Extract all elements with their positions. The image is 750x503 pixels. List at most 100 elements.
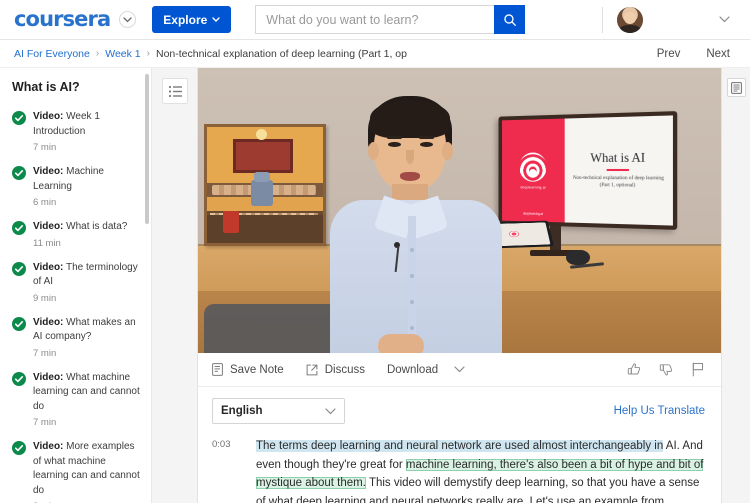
document-notes-icon[interactable] xyxy=(727,78,746,97)
lesson-sidebar: What is AI? Video: Week 1 Introduction 7 … xyxy=(0,68,152,503)
instructor-hands xyxy=(378,334,424,353)
instructor-eye-left xyxy=(388,142,401,147)
painting-inner-frame xyxy=(232,138,293,174)
download-label: Download xyxy=(386,363,439,376)
sidebar-item-lesson[interactable]: Video: More examples of what machine lea… xyxy=(0,434,151,503)
sidebar-scrollbar[interactable] xyxy=(145,74,149,224)
thumbs-down-icon[interactable] xyxy=(659,362,674,377)
sidebar-item-lesson[interactable]: Video: The terminology of AI 9 min xyxy=(0,255,151,310)
wall-painting xyxy=(204,124,326,246)
top-navigation-bar: coursera Explore xyxy=(0,0,750,40)
lesson-duration: 7 min xyxy=(33,417,57,428)
language-value: English xyxy=(221,405,263,417)
search-button[interactable] xyxy=(494,5,526,34)
account-menu-button[interactable] xyxy=(719,16,730,23)
brand-name: deeplearning.ai xyxy=(520,184,546,190)
video-reaction-group xyxy=(627,362,705,377)
video-player[interactable]: deeplearning.ai deeplearning.ai What is … xyxy=(198,68,721,353)
help-us-translate-link[interactable]: Help Us Translate xyxy=(614,405,705,417)
breadcrumb-item-course[interactable]: AI For Everyone xyxy=(14,48,90,60)
lesson-duration: 7 min xyxy=(33,142,57,153)
flag-icon[interactable] xyxy=(691,362,705,377)
lesson-type-label: Video: xyxy=(33,441,64,452)
main-content: deeplearning.ai deeplearning.ai What is … xyxy=(198,68,721,503)
lesson-title: Video: More examples of what machine lea… xyxy=(33,441,140,496)
shirt-button xyxy=(410,326,414,330)
coursera-logo[interactable]: coursera xyxy=(14,9,111,30)
slide-subtitle: Non-technical explanation of deep learni… xyxy=(573,174,664,189)
monitor-screen: deeplearning.ai deeplearning.ai What is … xyxy=(502,115,673,226)
lesson-list: What is AI? Video: Week 1 Introduction 7 … xyxy=(0,68,151,503)
check-circle-icon xyxy=(12,261,26,276)
instructor-brow-right xyxy=(419,136,434,139)
right-side-panel xyxy=(721,68,750,503)
lesson-body: Video: What machine learning can and can… xyxy=(33,371,143,429)
lesson-title: Video: What is data? xyxy=(33,221,128,232)
list-menu-icon[interactable] xyxy=(162,78,188,104)
coursera-lesson-page: coursera Explore What do you want to lea… xyxy=(0,0,750,503)
next-button[interactable]: Next xyxy=(706,48,730,60)
lesson-nav-group: Prev Next xyxy=(657,48,736,60)
check-circle-icon xyxy=(12,371,26,386)
lesson-body: Video: Week 1 Introduction 7 min xyxy=(33,110,143,153)
check-circle-icon xyxy=(12,111,26,125)
lesson-body: Video: Machine Learning 6 min xyxy=(33,165,143,208)
sidebar-item-lesson[interactable]: Video: Machine Learning 6 min xyxy=(0,159,151,214)
painting-lamp xyxy=(255,129,267,141)
save-note-button[interactable]: Save Note xyxy=(212,363,284,376)
lesson-body: Video: The terminology of AI 9 min xyxy=(33,261,143,304)
transcript-text[interactable]: The terms deep learning and neural netwo… xyxy=(256,437,705,503)
language-select[interactable]: English xyxy=(212,398,345,424)
prev-button[interactable]: Prev xyxy=(657,48,681,60)
desk-mouse xyxy=(566,250,590,265)
instructor-nose xyxy=(406,150,414,164)
search-bar xyxy=(255,5,526,34)
chevron-down-icon xyxy=(454,366,465,373)
lesson-type-label: Video: xyxy=(33,111,64,122)
shirt-button xyxy=(410,274,414,278)
transcript-section: English Help Us Translate 0:03 The terms… xyxy=(198,387,721,503)
lesson-type-label: Video: xyxy=(33,316,64,328)
lesson-duration: 11 min xyxy=(33,237,61,249)
shirt-button xyxy=(410,300,414,304)
desk-monitor: deeplearning.ai deeplearning.ai What is … xyxy=(498,111,678,230)
transcript-body: 0:03 The terms deep learning and neural … xyxy=(212,437,705,503)
sidebar-item-lesson[interactable]: Video: What makes an AI company? 7 min xyxy=(0,310,151,365)
thumbs-up-icon[interactable] xyxy=(627,362,642,377)
lesson-type-label: Video: xyxy=(33,371,64,383)
discuss-button[interactable]: Discuss xyxy=(306,364,365,376)
sidebar-item-lesson[interactable]: Video: Week 1 Introduction 7 min xyxy=(0,104,151,159)
transcript-timestamp[interactable]: 0:03 xyxy=(212,437,256,503)
avatar-face xyxy=(624,12,636,25)
slide-title: What is AI xyxy=(590,150,646,166)
sidebar-item-lesson[interactable]: Video: What is data? 11 min xyxy=(0,214,151,255)
breadcrumb-item-week[interactable]: Week 1 xyxy=(105,48,140,60)
nav-right-group xyxy=(602,6,738,33)
lesson-type-label: Video: xyxy=(33,221,64,232)
slide-rule xyxy=(606,169,629,171)
breadcrumb-separator: › xyxy=(95,48,100,59)
external-link-icon xyxy=(306,364,318,375)
explore-button[interactable]: Explore xyxy=(152,6,232,33)
video-toolbar: Save Note Discuss Download xyxy=(198,353,721,387)
instructor-eye-right xyxy=(420,142,433,147)
download-button[interactable]: Download xyxy=(387,364,465,376)
lesson-duration: 7 min xyxy=(33,347,57,359)
search-input[interactable] xyxy=(255,5,495,34)
save-note-label: Save Note xyxy=(230,363,284,376)
lesson-body: Video: What makes an AI company? 7 min xyxy=(33,316,143,359)
avatar[interactable] xyxy=(617,6,643,33)
lesson-title: Video: The terminology of AI xyxy=(33,261,138,288)
lesson-title: Video: What machine learning can and can… xyxy=(33,371,140,412)
breadcrumb-separator: › xyxy=(146,48,150,59)
instructor-hair-top xyxy=(370,100,450,138)
lesson-type-label: Video: xyxy=(33,166,64,177)
nav-divider xyxy=(602,6,603,33)
sidebar-toggle-column xyxy=(152,68,198,503)
chevron-down-icon xyxy=(325,407,336,414)
sidebar-item-lesson[interactable]: Video: What machine learning can and can… xyxy=(0,365,151,435)
search-icon xyxy=(504,13,516,26)
chevron-down-icon[interactable] xyxy=(119,11,137,28)
shirt-button xyxy=(410,248,414,252)
discuss-label: Discuss xyxy=(324,363,365,376)
